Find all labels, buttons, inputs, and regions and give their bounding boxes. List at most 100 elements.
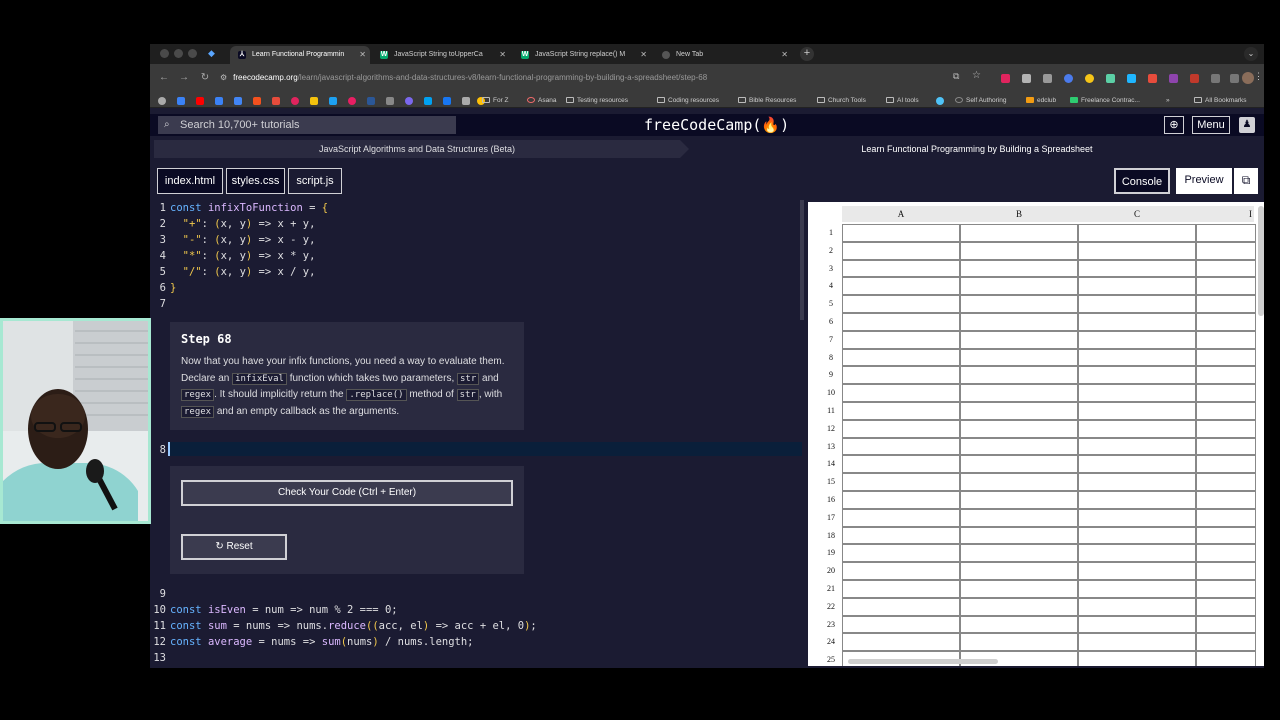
spreadsheet-cell[interactable] bbox=[1196, 651, 1256, 666]
spreadsheet-cell[interactable] bbox=[960, 544, 1078, 563]
breadcrumb-superblock[interactable]: JavaScript Algorithms and Data Structure… bbox=[154, 140, 680, 158]
active-editable-line[interactable] bbox=[168, 442, 802, 456]
side-panel-icon[interactable] bbox=[1230, 74, 1239, 83]
bookmark-favicon-icon[interactable] bbox=[291, 97, 299, 105]
bookmark-favicon-icon[interactable] bbox=[386, 97, 394, 105]
spreadsheet-cell[interactable] bbox=[842, 295, 960, 313]
extension-icon[interactable] bbox=[1022, 74, 1031, 83]
zoom-window-button[interactable] bbox=[188, 49, 197, 58]
spreadsheet-cell[interactable] bbox=[1078, 384, 1196, 402]
bookmark-folder-all[interactable]: All Bookmarks bbox=[1194, 94, 1247, 108]
tab-list-chevron-icon[interactable]: ⌄ bbox=[1244, 47, 1258, 61]
minimize-window-button[interactable] bbox=[174, 49, 183, 58]
spreadsheet-cell[interactable] bbox=[842, 241, 960, 260]
spreadsheet-cell[interactable] bbox=[1196, 544, 1256, 563]
spreadsheet-cell[interactable] bbox=[842, 330, 960, 349]
bookmark-favicon-icon[interactable] bbox=[443, 97, 451, 105]
spreadsheet-cell[interactable] bbox=[1196, 384, 1256, 402]
spreadsheet-cell[interactable] bbox=[1196, 508, 1256, 527]
spreadsheet-cell[interactable] bbox=[960, 615, 1078, 634]
spreadsheet-cell[interactable] bbox=[842, 224, 960, 242]
close-window-button[interactable] bbox=[160, 49, 169, 58]
spreadsheet-cell[interactable] bbox=[960, 580, 1078, 598]
spreadsheet-cell[interactable] bbox=[842, 633, 960, 652]
bookmark-favicon-icon[interactable] bbox=[348, 97, 356, 105]
reset-button[interactable]: ↻ Reset bbox=[181, 534, 287, 560]
bookmark-favicon-icon[interactable] bbox=[158, 97, 166, 105]
bookmark-favicon-icon[interactable] bbox=[310, 97, 318, 105]
spreadsheet-cell[interactable] bbox=[1196, 437, 1256, 456]
console-button[interactable]: Console bbox=[1114, 168, 1170, 194]
spreadsheet-cell[interactable] bbox=[1196, 295, 1256, 313]
spreadsheet-cell[interactable] bbox=[842, 544, 960, 563]
tab-replace[interactable]: W JavaScript String replace() M ✕ bbox=[513, 46, 651, 64]
spreadsheet-cell[interactable] bbox=[960, 366, 1078, 385]
spreadsheet-cell[interactable] bbox=[842, 348, 960, 367]
spreadsheet-cell[interactable] bbox=[842, 526, 960, 545]
spreadsheet-cell[interactable] bbox=[1196, 562, 1256, 580]
spreadsheet-cell[interactable] bbox=[960, 402, 1078, 420]
bookmark-freelance[interactable]: Freelance Contrac... bbox=[1070, 94, 1140, 108]
spreadsheet-cell[interactable] bbox=[1196, 633, 1256, 652]
spreadsheet-cell[interactable] bbox=[1078, 580, 1196, 598]
check-code-button[interactable]: Check Your Code (Ctrl + Enter) bbox=[181, 480, 513, 506]
spreadsheet-cell[interactable] bbox=[1196, 473, 1256, 491]
bookmark-favicon-icon[interactable] bbox=[424, 97, 432, 105]
spreadsheet-cell[interactable] bbox=[1078, 241, 1196, 260]
bookmark-asana[interactable]: Asana bbox=[527, 94, 556, 108]
tab-index-html[interactable]: index.html bbox=[157, 168, 223, 194]
bookmark-favicon-icon[interactable] bbox=[215, 97, 223, 105]
spreadsheet-cell[interactable] bbox=[960, 384, 1078, 402]
bookmark-favicon-icon[interactable] bbox=[462, 97, 470, 105]
preview-vertical-scrollbar[interactable] bbox=[1258, 206, 1264, 316]
spreadsheet-cell[interactable] bbox=[1078, 259, 1196, 278]
back-arrow-icon[interactable]: ← bbox=[158, 72, 170, 83]
bookmark-folder-ai-tools[interactable]: AI tools bbox=[886, 94, 919, 108]
bookmark-favicon-icon[interactable] bbox=[177, 97, 185, 105]
site-info-icon[interactable]: ⚙ bbox=[220, 73, 227, 82]
search-input[interactable]: ⌕ Search 10,700+ tutorials bbox=[158, 116, 456, 134]
spreadsheet-cell[interactable] bbox=[1196, 330, 1256, 349]
extension-icon[interactable] bbox=[1106, 74, 1115, 83]
kebab-menu-icon[interactable]: ⋮ bbox=[1254, 71, 1263, 82]
bookmark-favicon-icon[interactable] bbox=[253, 97, 261, 105]
extension-icon[interactable] bbox=[1085, 74, 1094, 83]
spreadsheet-cell[interactable] bbox=[842, 491, 960, 509]
spreadsheet-cell[interactable] bbox=[1196, 419, 1256, 438]
spreadsheet-cell[interactable] bbox=[842, 473, 960, 491]
spreadsheet-cell[interactable] bbox=[960, 473, 1078, 491]
spreadsheet-cell[interactable] bbox=[1078, 562, 1196, 580]
extension-icon[interactable] bbox=[1064, 74, 1073, 83]
spreadsheet-cell[interactable] bbox=[960, 241, 1078, 260]
spreadsheet-cell[interactable] bbox=[1078, 455, 1196, 474]
user-avatar-icon[interactable]: ♟ bbox=[1239, 117, 1255, 133]
spreadsheet-cell[interactable] bbox=[960, 330, 1078, 349]
menu-button[interactable]: Menu bbox=[1192, 116, 1230, 134]
tab-learn-functional[interactable]: ⅄ Learn Functional Programmin ✕ bbox=[230, 46, 370, 64]
spreadsheet-cell[interactable] bbox=[1078, 651, 1196, 666]
extension-icon[interactable] bbox=[1127, 74, 1136, 83]
spreadsheet-cell[interactable] bbox=[1078, 615, 1196, 634]
spreadsheet-cell[interactable] bbox=[1078, 633, 1196, 652]
spreadsheet-cell[interactable] bbox=[1078, 224, 1196, 242]
spreadsheet-cell[interactable] bbox=[842, 455, 960, 474]
spreadsheet-cell[interactable] bbox=[1196, 455, 1256, 474]
address-bar[interactable]: ⚙ freecodecamp.org/learn/javascript-algor… bbox=[220, 68, 940, 88]
spreadsheet-cell[interactable] bbox=[960, 633, 1078, 652]
bookmark-star-icon[interactable]: ☆ bbox=[972, 70, 981, 81]
spreadsheet-cell[interactable] bbox=[842, 580, 960, 598]
spreadsheet-cell[interactable] bbox=[842, 259, 960, 278]
spreadsheet-cell[interactable] bbox=[842, 402, 960, 420]
spreadsheet-cell[interactable] bbox=[960, 597, 1078, 616]
preview-horizontal-scrollbar[interactable] bbox=[848, 659, 998, 664]
spreadsheet-cell[interactable] bbox=[1078, 437, 1196, 456]
spreadsheet-cell[interactable] bbox=[960, 348, 1078, 367]
fcc-logo[interactable]: freeCodeCamp(🔥) bbox=[644, 115, 789, 135]
spreadsheet-cell[interactable] bbox=[1196, 526, 1256, 545]
close-tab-icon[interactable]: ✕ bbox=[640, 46, 647, 64]
spreadsheet-cell[interactable] bbox=[1078, 348, 1196, 367]
spreadsheet-cell[interactable] bbox=[842, 597, 960, 616]
spreadsheet-cell[interactable] bbox=[842, 277, 960, 296]
spreadsheet-cell[interactable] bbox=[1196, 277, 1256, 296]
popout-preview-icon[interactable]: ⧉ bbox=[1234, 168, 1258, 194]
